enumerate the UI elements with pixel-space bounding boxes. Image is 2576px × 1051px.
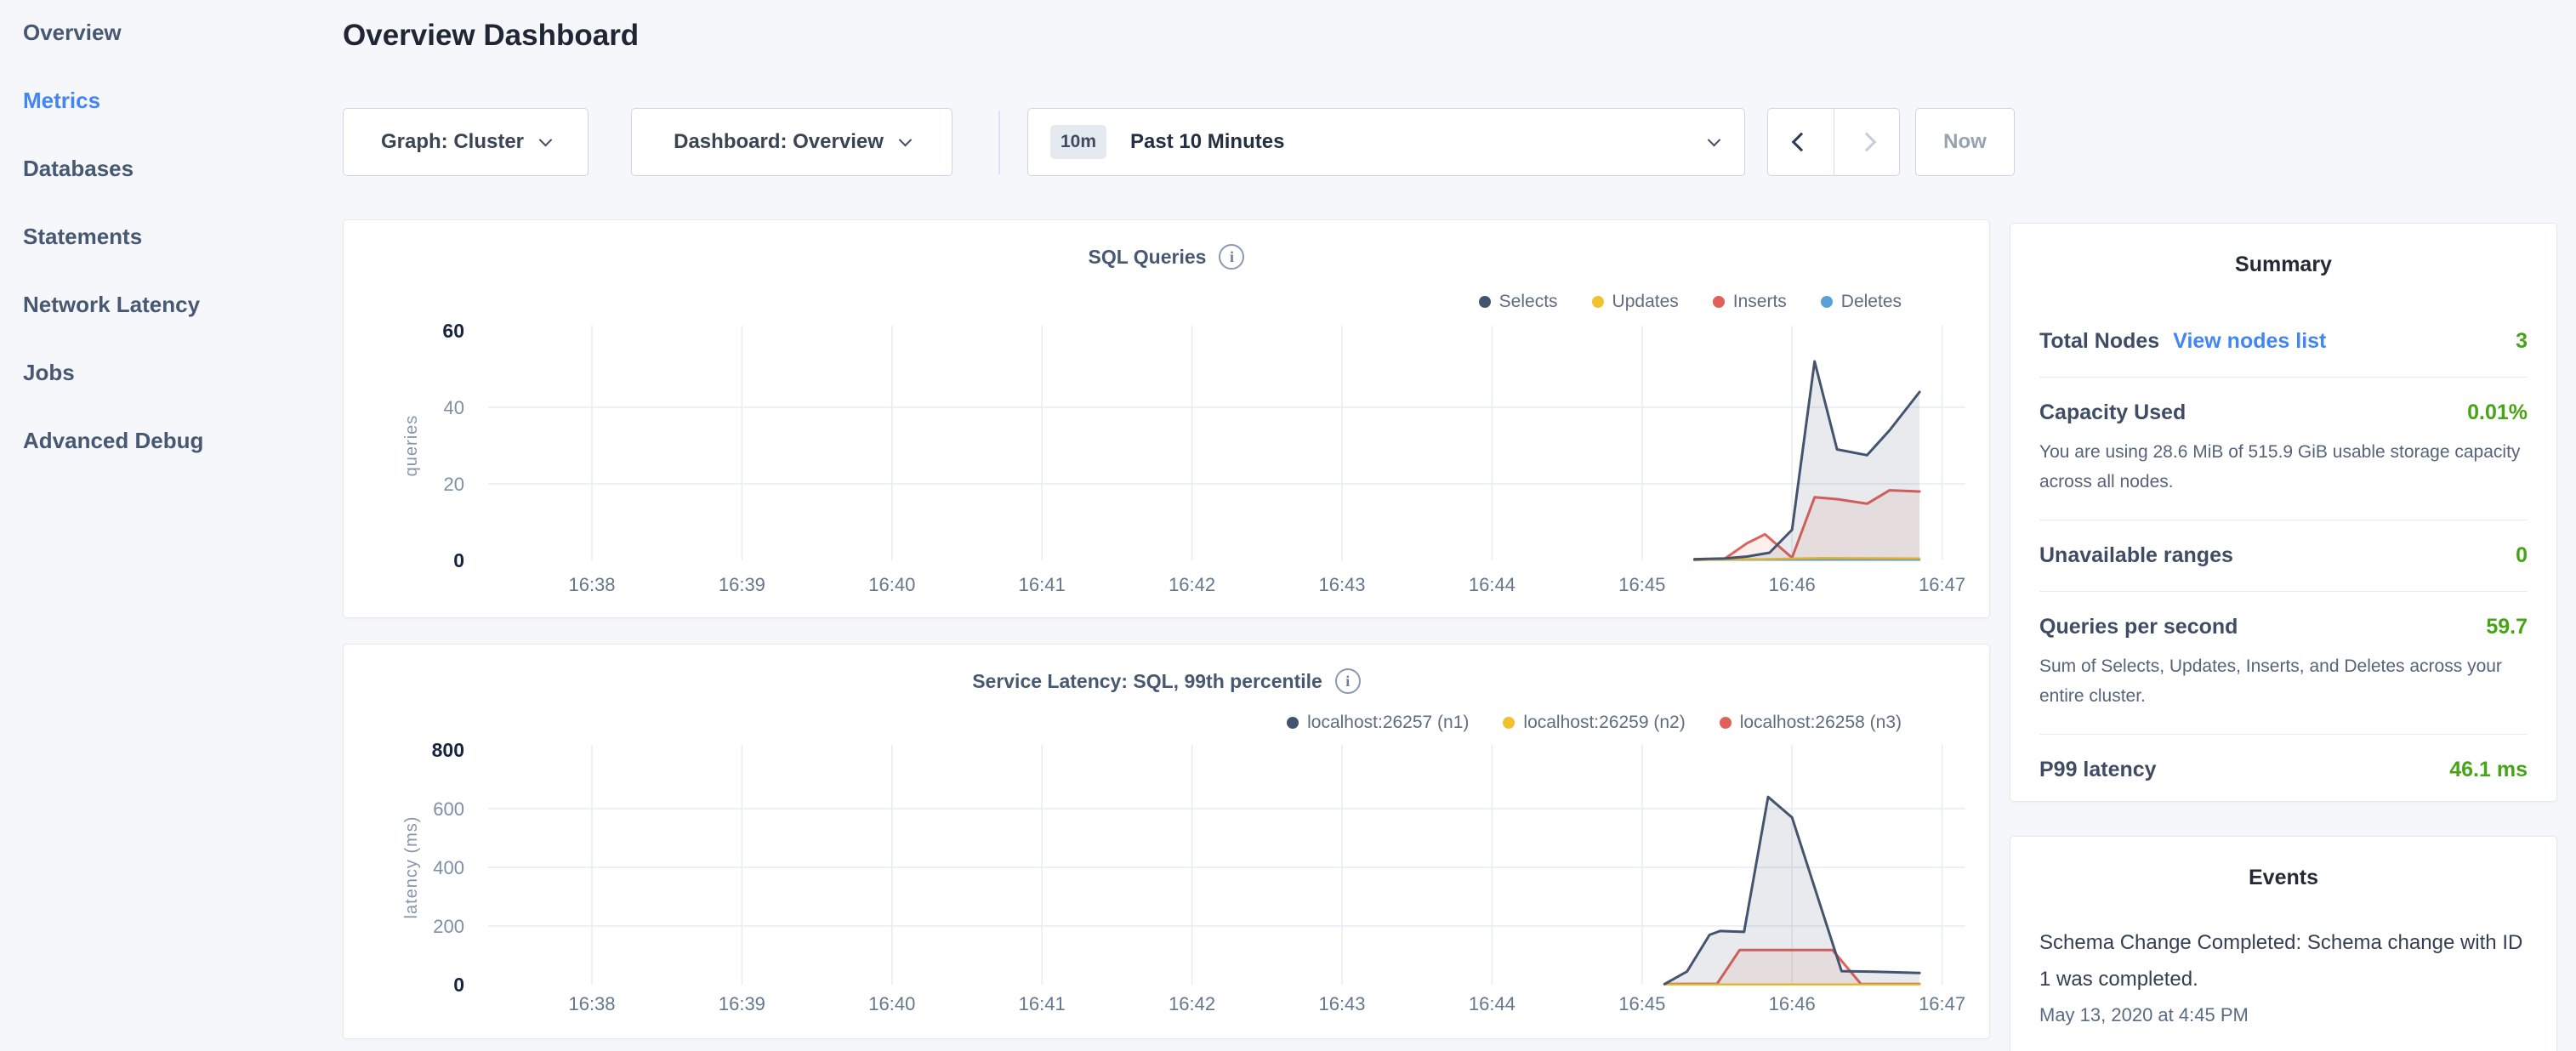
sidebar-item-overview[interactable]: Overview (23, 17, 122, 48)
svg-text:16:46: 16:46 (1769, 574, 1816, 595)
svg-text:600: 600 (433, 798, 464, 820)
sidebar-item-databases[interactable]: Databases (23, 153, 134, 184)
service-latency-chart-card: Service Latency: SQL, 99th percentile i … (343, 644, 1990, 1039)
svg-text:20: 20 (444, 474, 464, 495)
event-message[interactable]: Schema Change Completed: Schema change w… (2039, 924, 2529, 997)
summary-value: 46.1 ms (2449, 758, 2528, 782)
time-window-badge: 10m (1050, 125, 1106, 159)
time-prev-button[interactable] (1768, 109, 1834, 175)
summary-panel: Summary Total Nodes View nodes list 3 Ca… (2010, 223, 2557, 802)
now-button[interactable]: Now (1915, 108, 2015, 176)
page-title: Overview Dashboard (343, 19, 639, 53)
summary-row-p99-latency: P99 latency 46.1 ms (2039, 735, 2528, 805)
time-next-button[interactable] (1834, 109, 1899, 175)
svg-text:16:40: 16:40 (868, 993, 915, 1014)
events-panel: Events Schema Change Completed: Schema c… (2010, 836, 2557, 1051)
svg-text:16:44: 16:44 (1469, 574, 1515, 595)
summary-label: Capacity Used (2039, 401, 2186, 425)
svg-text:16:39: 16:39 (719, 574, 765, 595)
graph-dropdown-label: Graph: Cluster (381, 130, 524, 154)
sql-queries-chart[interactable]: 16:38 16:39 16:40 16:41 16:42 16:43 16:44 16:45… (344, 220, 1991, 619)
chevron-left-icon (1791, 133, 1811, 152)
summary-value: 3 (2516, 329, 2528, 354)
summary-label: Total Nodes (2039, 329, 2159, 354)
svg-text:60: 60 (442, 320, 464, 342)
sidebar-item-statements[interactable]: Statements (23, 221, 142, 252)
svg-text:16:46: 16:46 (1769, 993, 1816, 1014)
chevron-down-icon (539, 133, 553, 146)
chevron-right-icon (1857, 133, 1877, 152)
summary-rows: Total Nodes View nodes list 3 Capacity U… (2039, 306, 2528, 805)
summary-label: Unavailable ranges (2039, 543, 2233, 568)
summary-label: Queries per second (2039, 615, 2238, 639)
sidebar-item-jobs[interactable]: Jobs (23, 357, 75, 388)
svg-text:400: 400 (433, 857, 464, 878)
time-pagination (1767, 108, 1900, 176)
svg-text:16:40: 16:40 (868, 574, 915, 595)
summary-description: You are using 28.6 MiB of 515.9 GiB usab… (2039, 437, 2528, 497)
dashboard-dropdown-label: Dashboard: Overview (674, 130, 884, 154)
sidebar-item-network-latency[interactable]: Network Latency (23, 289, 200, 320)
svg-text:16:38: 16:38 (568, 993, 615, 1014)
summary-row-queries-per-second: Queries per second 59.7 Sum of Selects, … (2039, 592, 2528, 735)
graph-source-dropdown[interactable]: Graph: Cluster (343, 108, 589, 176)
svg-text:16:47: 16:47 (1919, 574, 1965, 595)
svg-text:16:41: 16:41 (1019, 574, 1066, 595)
summary-value: 59.7 (2486, 615, 2528, 639)
svg-text:queries: queries (402, 415, 421, 477)
svg-text:16:45: 16:45 (1618, 574, 1665, 595)
controls-divider (998, 111, 1000, 174)
svg-text:16:43: 16:43 (1318, 574, 1365, 595)
svg-text:0: 0 (453, 549, 464, 571)
view-nodes-list-link[interactable]: View nodes list (2173, 329, 2326, 354)
sql-queries-chart-card: SQL Queries i Selects Updates Inserts De… (343, 219, 1990, 618)
service-latency-chart[interactable]: 16:38 16:39 16:40 16:41 16:42 16:43 16:44 16:45… (344, 645, 1991, 1040)
summary-description: Sum of Selects, Updates, Inserts, and De… (2039, 651, 2528, 711)
sidebar-item-advanced-debug[interactable]: Advanced Debug (23, 425, 203, 456)
chevron-down-icon (899, 133, 913, 146)
summary-title: Summary (2010, 224, 2556, 277)
event-timestamp: May 13, 2020 at 4:45 PM (2039, 1004, 2528, 1026)
svg-text:16:44: 16:44 (1469, 993, 1515, 1014)
svg-text:latency (ms): latency (ms) (402, 816, 421, 919)
svg-text:16:43: 16:43 (1318, 993, 1365, 1014)
svg-text:16:38: 16:38 (568, 574, 615, 595)
time-window-label: Past 10 Minutes (1130, 130, 1284, 154)
app-root: Overview Metrics Databases Statements Ne… (0, 0, 2576, 1051)
summary-label: P99 latency (2039, 758, 2157, 782)
svg-text:16:41: 16:41 (1019, 993, 1066, 1014)
svg-text:16:45: 16:45 (1618, 993, 1665, 1014)
svg-text:16:47: 16:47 (1919, 993, 1965, 1014)
summary-row-capacity-used: Capacity Used 0.01% You are using 28.6 M… (2039, 378, 2528, 520)
svg-text:800: 800 (432, 739, 464, 761)
time-window-dropdown[interactable]: 10m Past 10 Minutes (1027, 108, 1745, 176)
summary-row-unavailable-ranges: Unavailable ranges 0 (2039, 520, 2528, 592)
svg-text:200: 200 (433, 916, 464, 937)
events-title: Events (2010, 837, 2556, 890)
chevron-down-icon (1708, 133, 1721, 146)
summary-value: 0 (2516, 543, 2528, 568)
svg-text:16:42: 16:42 (1169, 993, 1215, 1014)
svg-text:0: 0 (453, 974, 464, 996)
svg-text:40: 40 (444, 397, 464, 418)
dashboard-dropdown[interactable]: Dashboard: Overview (631, 108, 952, 176)
sidebar-item-metrics[interactable]: Metrics (23, 85, 100, 116)
summary-row-total-nodes: Total Nodes View nodes list 3 (2039, 306, 2528, 378)
svg-text:16:39: 16:39 (719, 993, 765, 1014)
svg-text:16:42: 16:42 (1169, 574, 1215, 595)
summary-value: 0.01% (2467, 401, 2528, 425)
